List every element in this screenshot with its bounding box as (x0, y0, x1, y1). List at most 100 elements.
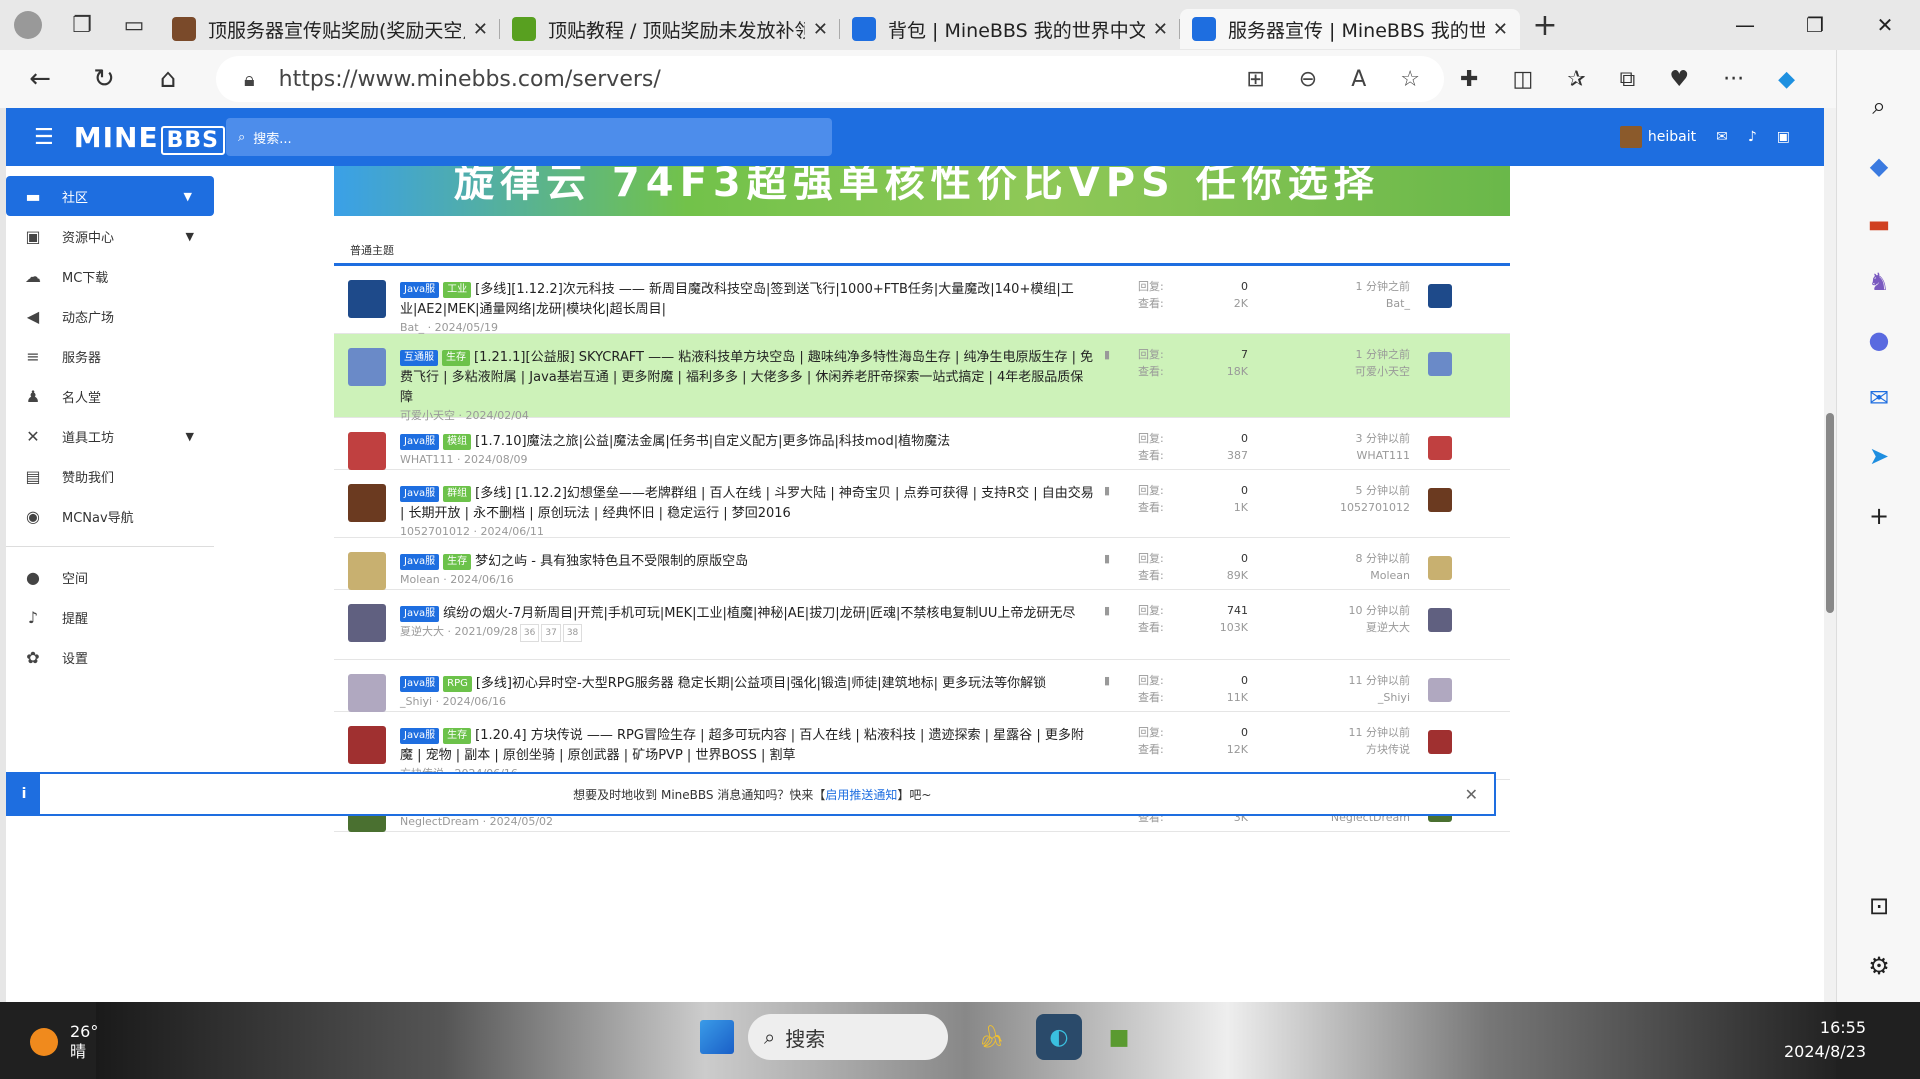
page-link[interactable]: 36 (519, 624, 540, 642)
browser-tab[interactable]: 背包 | MineBBS 我的世界中文论 ✕ (840, 9, 1180, 49)
search-icon[interactable]: ⌕ (1859, 86, 1899, 126)
prefix-badge[interactable]: 生存 (443, 728, 472, 744)
prefix-badge[interactable]: 互通服 (400, 350, 438, 366)
thread-author[interactable]: 1052701012 (400, 525, 470, 538)
page-scrollbar[interactable] (1824, 108, 1836, 1002)
last-post[interactable]: 5 分钟以前 1052701012 (1300, 482, 1410, 516)
avatar[interactable] (1428, 608, 1452, 632)
browser-tab[interactable]: 顶服务器宣传贴奖励(奖励天空点 ✕ (160, 9, 500, 49)
thread-row[interactable]: Java服 RPG [多线]初心异时空-大型RPG服务器 稳定长期|公益项目|强化|… (334, 660, 1510, 712)
last-post[interactable]: 1 分钟之前 Bat_ (1300, 278, 1411, 312)
new-tab-button[interactable]: + (1520, 8, 1570, 43)
zoom-icon[interactable]: ⊖ (1299, 67, 1317, 92)
thread-title[interactable]: 梦幻之屿 - 具有独家特色且不受限制的原版空岛 (475, 554, 748, 569)
sidebar-item[interactable]: ▤ 赞助我们 (6, 456, 216, 496)
user-menu[interactable]: heibait (1619, 126, 1696, 148)
read-aloud-icon[interactable]: A (1351, 67, 1366, 92)
outlook-icon[interactable]: ✉ (1859, 378, 1899, 418)
prefix-badge[interactable]: Java服 (400, 434, 440, 450)
tab-normal-threads[interactable]: 普通主题 (334, 216, 1510, 266)
avatar[interactable] (348, 604, 386, 642)
alerts-icon[interactable]: ♪ (1748, 129, 1757, 145)
thread-title[interactable]: [多线] [1.12.2]幻想堡垒——老牌群组 | 百人在线 | 斗罗大陆 | … (400, 486, 1094, 521)
weather-widget[interactable]: 26° 晴 (30, 1022, 98, 1062)
close-tab-icon[interactable]: ✕ (813, 19, 828, 40)
browser-tab[interactable]: 顶贴教程 / 顶贴奖励未发放补领 ✕ (500, 9, 840, 49)
telegram-icon[interactable]: ➤ (1859, 436, 1899, 476)
avatar[interactable] (1428, 284, 1452, 308)
thread-row[interactable]: Java服 工业 [多线][1.12.2]次元科技 —— 新周目魔改科技空岛|签到送… (334, 266, 1510, 334)
prefix-badge[interactable]: 生存 (443, 554, 472, 570)
chevron-down-icon[interactable]: ▼ (184, 190, 192, 203)
thread-author[interactable]: 夏逆大大 (400, 625, 444, 638)
favorite-star-icon[interactable]: ☆ (1400, 67, 1420, 92)
thread-title[interactable]: [多线][1.12.2]次元科技 —— 新周目魔改科技空岛|签到送飞行|1000… (400, 282, 1074, 317)
sidebar-item[interactable]: ☁ MC下载 (6, 256, 216, 296)
sidebar-settings-icon[interactable]: ⚙ (1859, 946, 1899, 986)
sidebar-item[interactable]: ● 空间 (6, 557, 216, 597)
close-tab-icon[interactable]: ✕ (1493, 19, 1508, 40)
extensions-icon[interactable]: ✚ (1460, 67, 1478, 92)
thread-title[interactable]: 缤纷の烟火-7月新周目|开荒|手机可玩|MEK|工业|植魔|神秘|AE|拔刀|龙… (443, 606, 1075, 621)
thread-row[interactable]: Java服 生存 梦幻之屿 - 具有独家特色且不受限制的原版空岛 Molean · … (334, 538, 1510, 590)
prefix-badge[interactable]: 工业 (443, 282, 472, 298)
browser-tab[interactable]: 服务器宣传 | MineBBS 我的世界 ✕ (1180, 9, 1520, 49)
ad-banner[interactable]: 旋律云 74F3超强单核性价比VPS 任你选择 (334, 166, 1510, 216)
thread-author[interactable]: _Shiyi (400, 695, 432, 708)
sidebar-item[interactable]: ▬ 社区 ▼ (6, 176, 214, 216)
thread-title[interactable]: [1.20.4] 方块传说 —— RPG冒险生存 | 超多可玩内容 | 百人在线… (400, 728, 1084, 763)
home-button[interactable]: ⌂ (136, 64, 200, 94)
avatar[interactable] (1428, 352, 1452, 376)
avatar[interactable] (1428, 436, 1452, 460)
sidebar-item[interactable]: ◀ 动态广场 (6, 296, 216, 336)
sidebar-item[interactable]: ▣ 资源中心 ▼ (6, 216, 216, 256)
prefix-badge[interactable]: Java服 (400, 728, 440, 744)
sidebar-item[interactable]: ◉ MCNav导航 (6, 496, 216, 536)
clock[interactable]: 16:55 2024/8/23 (1784, 1016, 1866, 1064)
edge-icon[interactable]: ◐ (1036, 1014, 1082, 1060)
prefix-badge[interactable]: Java服 (400, 606, 440, 622)
wallet-icon[interactable]: ▣ (1777, 129, 1790, 145)
thread-author[interactable]: Bat_ (400, 321, 424, 334)
prefix-badge[interactable]: 生存 (442, 350, 470, 366)
lock-icon[interactable]: 🔒︎ (244, 67, 255, 91)
avatar[interactable] (1428, 488, 1452, 512)
refresh-button[interactable]: ↻ (72, 64, 136, 94)
widgets-icon[interactable]: 🍌︎ (962, 1014, 1022, 1060)
thread-row[interactable]: Java服 生存 [1.20.4] 方块传说 —— RPG冒险生存 | 超多可玩内容… (334, 712, 1510, 780)
menu-icon[interactable]: ☰ (34, 125, 54, 150)
enable-push-link[interactable]: 启用推送通知 (825, 788, 897, 802)
microsoft365-icon[interactable]: ● (1859, 320, 1899, 360)
minimize-button[interactable]: — (1710, 0, 1780, 50)
minecraft-icon[interactable]: ■ (1096, 1014, 1142, 1060)
thread-title[interactable]: [1.21.1][公益服] SKYCRAFT —— 粘液科技单方块空岛 | 趣味… (400, 350, 1093, 405)
avatar[interactable] (348, 552, 386, 590)
minebbs-logo[interactable]: MINE BBS (74, 121, 225, 155)
avatar[interactable] (348, 432, 386, 470)
split-screen-icon[interactable]: ◫ (1512, 67, 1533, 92)
last-post[interactable]: 11 分钟以前 方块传说 (1300, 724, 1411, 758)
screenshot-icon[interactable]: ⊡ (1859, 886, 1899, 926)
back-button[interactable]: ← (8, 64, 72, 94)
prefix-badge[interactable]: Java服 (400, 282, 440, 298)
sidebar-item[interactable]: ✕ 道具工坊 ▼ (6, 416, 216, 456)
add-sidebar-app-icon[interactable]: + (1859, 496, 1899, 536)
avatar[interactable] (1428, 730, 1452, 754)
thread-row[interactable]: 互通服 生存 [1.21.1][公益服] SKYCRAFT —— 粘液科技单方块空岛… (334, 334, 1510, 422)
favorites-icon[interactable]: ✰ (1567, 67, 1585, 92)
avatar[interactable] (348, 484, 386, 522)
sidebar-item[interactable]: ≡ 服务器 (6, 336, 216, 376)
thread-author[interactable]: NeglectDream (400, 815, 479, 828)
games-icon[interactable]: ♞ (1859, 262, 1899, 302)
avatar[interactable] (348, 280, 386, 318)
page-link[interactable]: 37 (541, 624, 561, 642)
prefix-badge[interactable]: RPG (443, 676, 472, 692)
prefix-badge[interactable]: Java服 (400, 486, 440, 502)
browser-essentials-icon[interactable]: ♥ (1669, 67, 1689, 92)
close-window-button[interactable]: ✕ (1850, 0, 1920, 50)
thread-title[interactable]: [1.7.10]魔法之旅|公益|魔法金属|任务书|自定义配方|更多饰品|科技mo… (475, 434, 950, 449)
toolbox-icon[interactable]: ▬ (1859, 204, 1899, 244)
close-tab-icon[interactable]: ✕ (1153, 19, 1168, 40)
last-post[interactable]: 10 分钟以前 夏逆大大 (1300, 602, 1411, 636)
scrollbar-thumb[interactable] (1826, 413, 1834, 613)
